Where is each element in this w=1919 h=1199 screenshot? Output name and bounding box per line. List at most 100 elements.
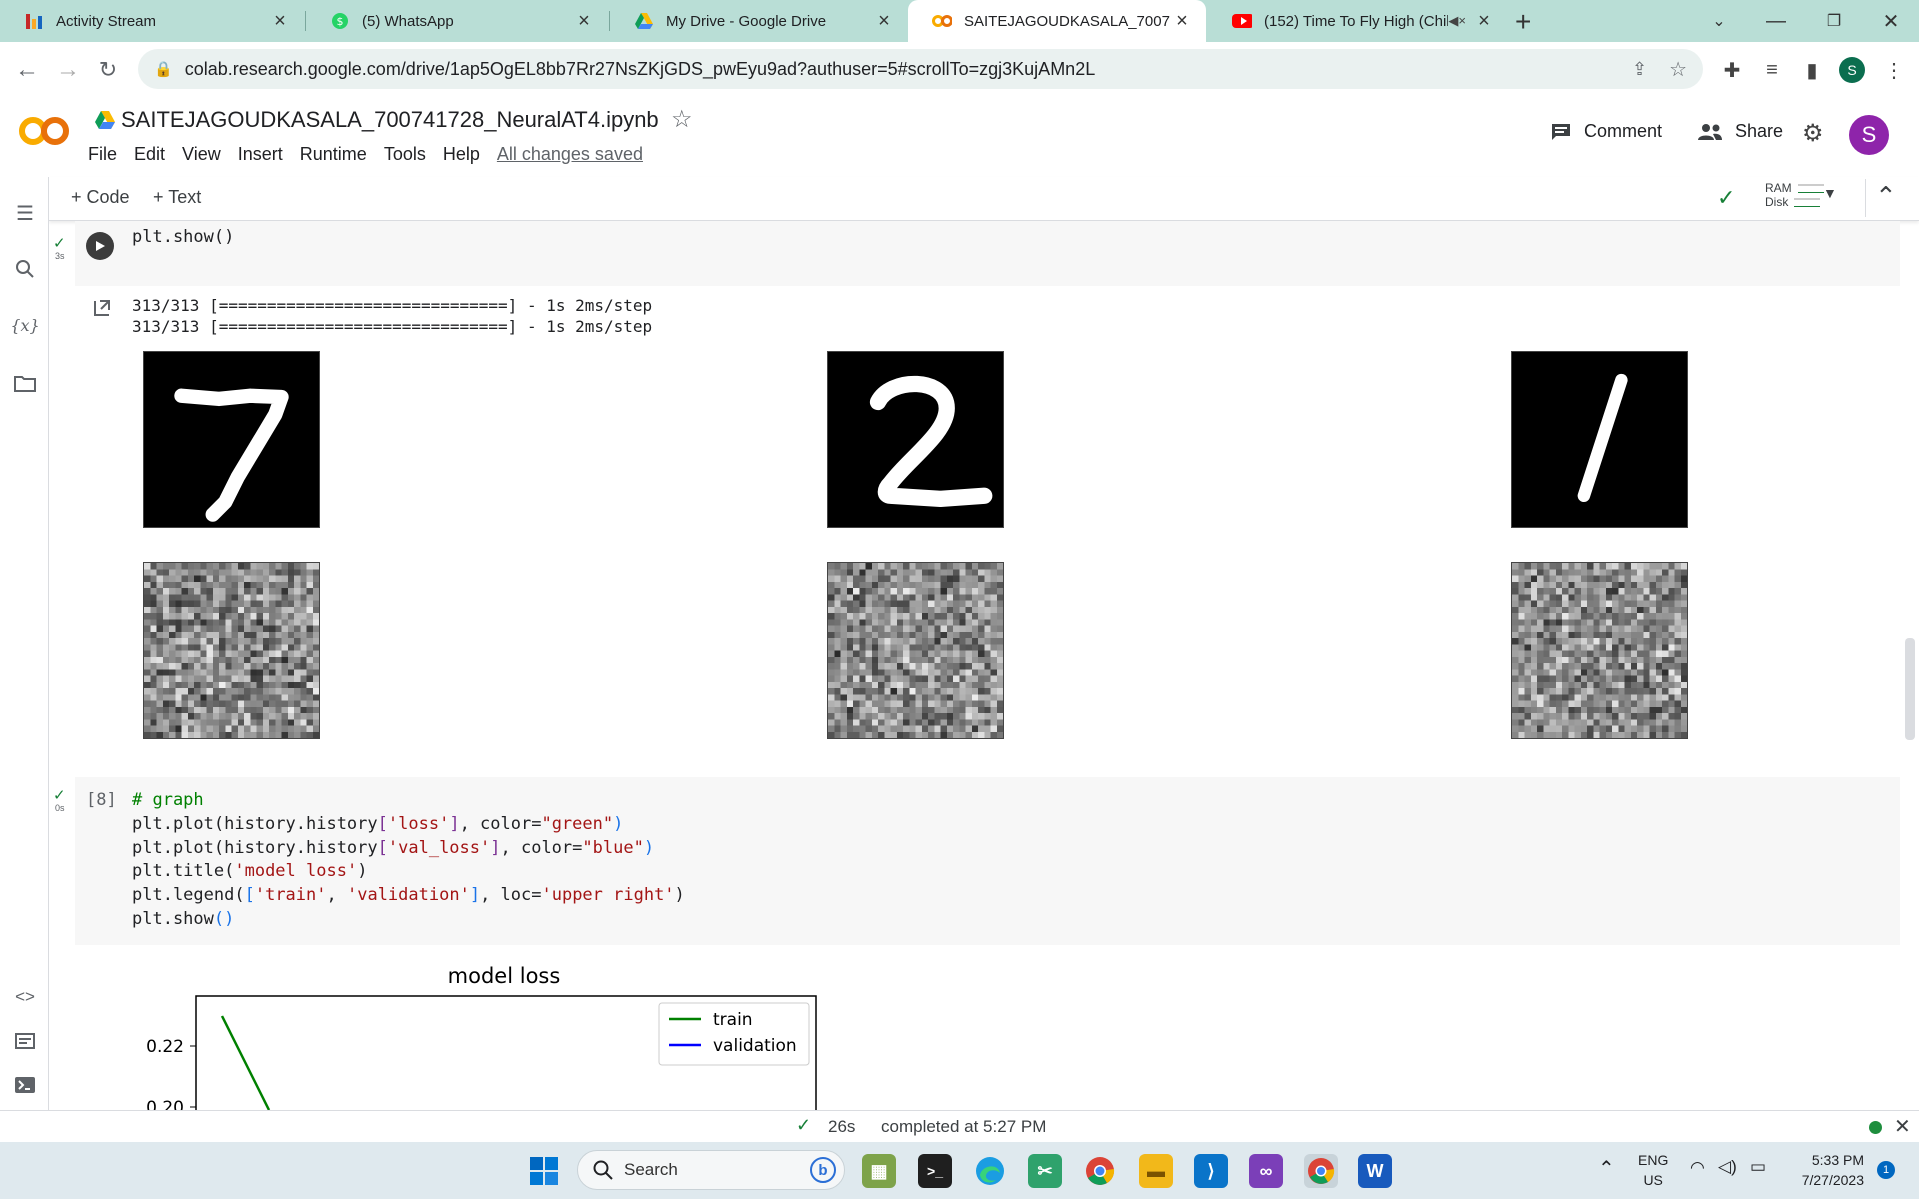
browser-tab-strip: Activity Stream × $ (5) WhatsApp × My Dr… (0, 0, 1919, 42)
side-panel-icon[interactable]: ▮ (1796, 54, 1828, 86)
terminal-icon[interactable] (11, 1071, 39, 1099)
tab-title: My Drive - Google Drive (666, 12, 827, 30)
google-drive-icon[interactable] (94, 109, 116, 131)
edge-icon[interactable] (973, 1154, 1007, 1188)
restore-icon[interactable]: ❐ (1810, 0, 1858, 42)
notebook-title[interactable]: SAITEJAGOUDKASALA_700741728_NeuralAT4.ip… (121, 107, 659, 133)
bing-icon[interactable]: b (810, 1157, 836, 1183)
lang-bottom: US (1643, 1172, 1663, 1188)
profile-avatar[interactable]: S (1836, 54, 1868, 86)
output-log: 313/313 [==============================]… (132, 295, 652, 337)
tab-colab-active[interactable]: SAITEJAGOUDKASALA_70074172 × (908, 0, 1206, 42)
close-tab-icon[interactable]: × (1170, 10, 1194, 33)
code-comment: # graph (132, 790, 204, 810)
notification-badge[interactable]: 1 (1877, 1161, 1895, 1179)
menu-tools[interactable]: Tools (384, 144, 426, 165)
output-arrow-icon[interactable] (92, 298, 112, 318)
taskbar-search[interactable]: Search b (577, 1150, 845, 1190)
menu-insert[interactable]: Insert (238, 144, 283, 165)
scrollbar-thumb[interactable] (1905, 638, 1915, 740)
tray-overflow-chevron-icon[interactable]: ⌃ (1598, 1156, 1615, 1181)
share-page-icon[interactable]: ⇪ (1632, 59, 1647, 80)
close-tab-icon[interactable]: × (1472, 10, 1496, 33)
svg-text:$: $ (337, 15, 344, 28)
file-explorer-icon[interactable]: ▬ (1139, 1154, 1173, 1188)
close-tab-icon[interactable]: × (872, 10, 896, 33)
back-arrow-icon[interactable]: ← (11, 54, 43, 86)
left-sidebar: ☰ {x} <> (0, 177, 49, 1110)
language-indicator[interactable]: ENG US (1638, 1150, 1668, 1190)
gear-icon[interactable]: ⚙ (1802, 119, 1824, 148)
variables-icon[interactable]: {x} (10, 311, 39, 339)
legend-entry-validation: validation (713, 1036, 797, 1056)
tab-youtube[interactable]: (152) Time To Fly High (Chillo ◀× × (1208, 0, 1508, 42)
forward-arrow-icon[interactable]: → (52, 54, 84, 86)
menu-help[interactable]: Help (443, 144, 480, 165)
word-icon[interactable]: W (1358, 1154, 1392, 1188)
minimize-icon[interactable]: — (1752, 0, 1800, 42)
menu-file[interactable]: File (88, 144, 117, 165)
comment-button[interactable]: Comment (1550, 121, 1662, 142)
share-button[interactable]: Share (1697, 121, 1783, 142)
media-queue-icon[interactable]: ≡ (1756, 54, 1788, 86)
close-tab-icon[interactable]: × (572, 10, 596, 33)
mnist-digit-image (143, 351, 320, 528)
close-tab-icon[interactable]: × (268, 10, 292, 33)
browser-menu-icon[interactable]: ⋮ (1878, 54, 1910, 86)
tab-title: (5) WhatsApp (362, 12, 454, 30)
command-palette-icon[interactable] (11, 1027, 39, 1055)
address-bar[interactable]: 🔒 colab.research.google.com/drive/1ap5Og… (138, 49, 1703, 89)
terminal-app-icon[interactable]: >_ (918, 1154, 952, 1188)
lock-icon: 🔒 (154, 61, 173, 78)
resource-dropdown-icon[interactable]: ▼ (1823, 185, 1837, 201)
table-of-contents-icon[interactable]: ☰ (11, 199, 39, 227)
vscode-icon[interactable]: ⟩ (1194, 1154, 1228, 1188)
visual-studio-icon[interactable]: ∞ (1249, 1154, 1283, 1188)
code-cell-1[interactable] (75, 221, 1900, 286)
tab-search-chevron-icon[interactable]: ⌄ (1695, 0, 1743, 42)
bookmark-star-icon[interactable]: ☆ (1669, 57, 1687, 82)
folder-icon[interactable] (11, 369, 39, 397)
close-status-icon[interactable]: ✕ (1894, 1114, 1911, 1139)
avatar[interactable]: S (1849, 115, 1889, 155)
people-icon (1698, 123, 1722, 140)
tab-activity-stream[interactable]: Activity Stream × (0, 0, 304, 42)
play-icon (96, 241, 105, 251)
clock[interactable]: 5:33 PM 7/27/2023 (1794, 1150, 1864, 1190)
windows-taskbar: Search b ▦ >_ ✂ ▬ ⟩ ∞ W ⌃ ENG US ◠ ◁) ▭ … (0, 1142, 1919, 1199)
save-status-link[interactable]: All changes saved (497, 144, 643, 165)
photos-icon[interactable]: ▦ (862, 1154, 896, 1188)
wifi-icon[interactable]: ◠ (1690, 1158, 1705, 1178)
tab-google-drive[interactable]: My Drive - Google Drive × (610, 0, 908, 42)
search-icon[interactable] (11, 255, 39, 283)
execution-time: 3s (55, 251, 65, 261)
add-code-button[interactable]: + Code (71, 187, 130, 208)
series-line-train (220, 1015, 271, 1110)
window-close-icon[interactable]: ✕ (1867, 0, 1915, 42)
chrome-icon[interactable] (1083, 1154, 1117, 1188)
mute-tab-icon[interactable]: ◀× (1448, 13, 1466, 29)
reconstructed-noise-image (1511, 562, 1688, 739)
snipping-tool-icon[interactable]: ✂ (1028, 1154, 1062, 1188)
code-line: plt.show() (132, 227, 235, 247)
add-text-button[interactable]: + Text (153, 187, 201, 208)
code-snippets-icon[interactable]: <> (11, 983, 39, 1011)
collapse-chevron-icon[interactable]: ⌃ (1875, 181, 1897, 212)
menu-view[interactable]: View (182, 144, 221, 165)
colab-logo-icon[interactable] (18, 113, 70, 149)
resource-monitor[interactable]: RAM Disk (1765, 181, 1824, 209)
star-icon[interactable]: ☆ (671, 105, 693, 134)
chrome-active-icon[interactable] (1304, 1154, 1338, 1188)
extensions-puzzle-icon[interactable]: ✚ (1716, 54, 1748, 86)
menu-runtime[interactable]: Runtime (300, 144, 367, 165)
tab-whatsapp[interactable]: $ (5) WhatsApp × (306, 0, 608, 42)
new-tab-button[interactable]: + (1515, 6, 1531, 38)
run-cell-button[interactable] (86, 232, 114, 260)
reload-icon[interactable]: ↻ (92, 54, 124, 86)
volume-icon[interactable]: ◁) (1718, 1157, 1737, 1177)
battery-icon[interactable]: ▭ (1750, 1157, 1766, 1177)
connected-check-icon: ✓ (1717, 185, 1736, 210)
menu-edit[interactable]: Edit (134, 144, 165, 165)
mnist-digit-image (827, 351, 1004, 528)
windows-start-icon[interactable] (527, 1154, 561, 1188)
